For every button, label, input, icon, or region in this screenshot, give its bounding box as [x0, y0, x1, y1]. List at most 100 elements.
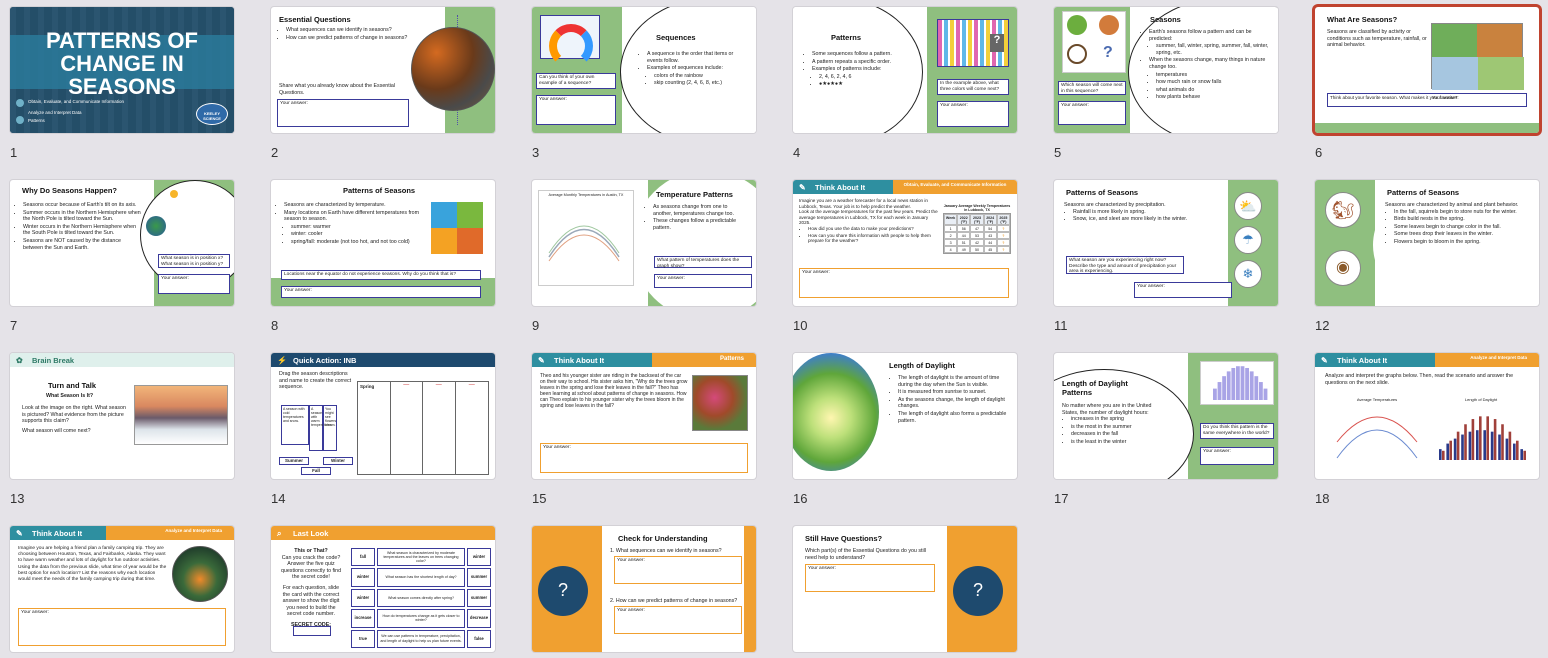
question-person-icon: ?	[953, 566, 1003, 616]
slide-thumbnail-19[interactable]: ✎ Think About It Analyze and Interpret Da…	[10, 526, 234, 652]
histogram-bar	[1240, 366, 1245, 400]
slide-thumbnail-3[interactable]: Can you think of your own example of a s…	[532, 7, 756, 133]
answer-box[interactable]: Your answer:	[937, 101, 1009, 127]
daylight-bar	[1493, 419, 1497, 460]
table-title: January Average Weekly Temperatures in L…	[943, 204, 1011, 212]
slide-thumbnail-14[interactable]: ⚡ Quick Action: INB Drag the season descr…	[271, 353, 495, 479]
drag-card[interactable]: You might see flowers bloom.	[323, 405, 337, 451]
paragraph: For each question, slide the card with t…	[282, 584, 340, 618]
slide-thumbnail-15[interactable]: ✎ Think About It Patterns Theo and his yo…	[532, 353, 756, 479]
answer-card[interactable]: increase	[351, 609, 375, 628]
daylight-bar	[1490, 431, 1494, 460]
daylight-bar	[1476, 430, 1479, 460]
slide-thumbnail-10[interactable]: ✎ Think About It Obtain, Evaluate, and Co…	[793, 180, 1017, 306]
answer-box[interactable]: Your answer:	[540, 443, 748, 473]
title-text: PATTERNS OF CHANGE IN SEASONS	[46, 28, 198, 99]
drag-card[interactable]: A season with cold temperatures and snow…	[281, 405, 309, 445]
slide-thumbnail-22[interactable]: ? Still Have Questions? Which part(s) of…	[793, 526, 1017, 652]
answer-box[interactable]: Your answer:	[536, 95, 616, 125]
slide-thumbnail-6[interactable]: What Are Seasons? Seasons are classified…	[1315, 7, 1539, 133]
answer-box[interactable]: Your answer:	[654, 274, 752, 288]
table-cell: 4	[944, 246, 958, 253]
slide-thumbnail-2[interactable]: Essential Questions What sequences can w…	[271, 7, 495, 133]
bullet: Examples of sequences include:	[647, 65, 734, 72]
answer-box[interactable]: Your answer:	[277, 99, 409, 127]
answer-box[interactable]: Your answer:	[1134, 282, 1232, 298]
answer-box[interactable]: Your answer:	[1432, 95, 1459, 101]
sun-cloud-icon: ⛅	[1234, 192, 1262, 220]
lightning-icon: ⚡	[277, 356, 287, 365]
answer-card[interactable]: winter	[351, 568, 375, 587]
bullet: Winter occurs in the Northern Hemisphere…	[23, 224, 142, 237]
bullet: Some leaves begin to change color in the…	[1394, 224, 1535, 231]
answer-card[interactable]: true	[351, 629, 375, 648]
slide-thumbnail-17[interactable]: Length of Daylight Patterns No matter wh…	[1054, 353, 1278, 479]
answer-box[interactable]: Your answer:	[805, 564, 935, 592]
brain-icon: ✿	[16, 356, 23, 365]
slide-thumbnail-13[interactable]: ✿ Brain Break Turn and Talk What Season I…	[10, 353, 234, 479]
slide-number: 5	[1054, 145, 1062, 160]
slide-number: 4	[793, 145, 801, 160]
answer-box[interactable]: Your answer:	[18, 608, 226, 646]
slide-thumbnail-12[interactable]: 🐿 ◉ Patterns of Seasons Seasons are char…	[1315, 180, 1539, 306]
drag-card[interactable]: A season with warm temperatures.	[309, 405, 333, 451]
bullet: Seasons are NOT caused by the distance b…	[23, 238, 142, 251]
answer-card[interactable]: false	[467, 629, 491, 648]
table-cell: ?	[996, 239, 1010, 246]
table-cell: 2024 (°F)	[983, 214, 997, 225]
slide-title: Patterns of Seasons	[1387, 188, 1460, 197]
bullet: Rainfall is more likely in spring.	[1073, 209, 1224, 216]
table-cell: 2023 (°F)	[970, 214, 984, 225]
bullet: is the most in the summer	[1071, 424, 1162, 431]
answer-card[interactable]: summer	[467, 588, 491, 608]
answer-box[interactable]: Your answer:	[1200, 447, 1274, 465]
slide-thumbnail-11[interactable]: Patterns of Seasons Seasons are characte…	[1054, 180, 1278, 306]
answer-box[interactable]: Your answer:	[281, 286, 481, 298]
season-icons-image	[431, 202, 483, 254]
paragraph: No matter where you are in the United St…	[1062, 403, 1152, 416]
answer-box[interactable]: Your answer:	[158, 274, 230, 294]
daylight-bar	[1508, 431, 1512, 460]
daylight-bar	[1449, 440, 1452, 460]
slide-number: 9	[532, 318, 540, 333]
slide-thumbnail-16[interactable]: Length of Daylight The length of dayligh…	[793, 353, 1017, 479]
answer-card[interactable]: winter	[467, 548, 491, 567]
bullet: What sequences can we identify in season…	[286, 27, 409, 34]
slide-thumbnail-5[interactable]: ? Which season will come next in this se…	[1054, 7, 1278, 133]
question: 1. What sequences can we identify in sea…	[610, 548, 722, 554]
answer-card[interactable]: summer	[467, 568, 491, 587]
slide-thumbnail-21[interactable]: ? Check for Understanding 1. What sequen…	[532, 526, 756, 652]
slide-thumbnail-4[interactable]: Patterns Some sequences follow a pattern…	[793, 7, 1017, 133]
slide-thumbnail-9[interactable]: Average Monthly Temperatures in Austin, …	[532, 180, 756, 306]
bird-nest-icon: ◉	[1325, 250, 1361, 286]
slide-thumbnail-8[interactable]: Patterns of Seasons Seasons are characte…	[271, 180, 495, 306]
answer-box[interactable]: Your answer:	[1058, 101, 1126, 125]
table-cell: 42	[970, 239, 984, 246]
subtitle: This or That?	[294, 548, 328, 554]
drag-card-winter[interactable]: Winter	[323, 457, 353, 465]
slide-thumbnail-18[interactable]: ✎ Think About It Analyze and Interpret Da…	[1315, 353, 1539, 479]
answer-box[interactable]: Your answer:	[614, 606, 742, 634]
slide-thumbnail-20[interactable]: ⌕ Last Look This or That? Can you crack th…	[271, 526, 495, 652]
answer-card[interactable]: fall	[351, 548, 375, 567]
answer-box[interactable]: Your answer:	[614, 556, 742, 584]
search-icon: ⌕	[277, 529, 282, 538]
bullet: Many locations on Earth have different t…	[284, 210, 425, 223]
slide-number: 15	[532, 491, 547, 506]
slide-thumbnail-7[interactable]: Why Do Seasons Happen? Seasons occur bec…	[10, 180, 234, 306]
standard-label: Obtain, Evaluate, and Communicate Inform…	[28, 99, 125, 104]
drag-card-summer[interactable]: Summer	[279, 457, 309, 465]
drag-card-fall[interactable]: Fall	[301, 467, 331, 475]
answer-card[interactable]: winter	[351, 588, 375, 608]
bullet: summer: warmer	[291, 224, 425, 231]
answer-box[interactable]: Your answer:	[799, 268, 1009, 298]
slide-thumbnail-1[interactable]: PATTERNS OF CHANGE IN SEASONS Obtain, Ev…	[10, 7, 234, 133]
answer-card[interactable]: decrease	[467, 609, 491, 628]
bullet: Snow, ice, and sleet are more likely in …	[1073, 216, 1224, 223]
daylight-bar	[1513, 443, 1516, 460]
table-cell: 3	[944, 239, 958, 246]
secret-code-input[interactable]	[293, 626, 331, 636]
bullet: In the fall, squirrels begin to store nu…	[1394, 209, 1535, 216]
histogram-bar	[1249, 371, 1254, 400]
slide-title: Patterns	[831, 33, 862, 42]
